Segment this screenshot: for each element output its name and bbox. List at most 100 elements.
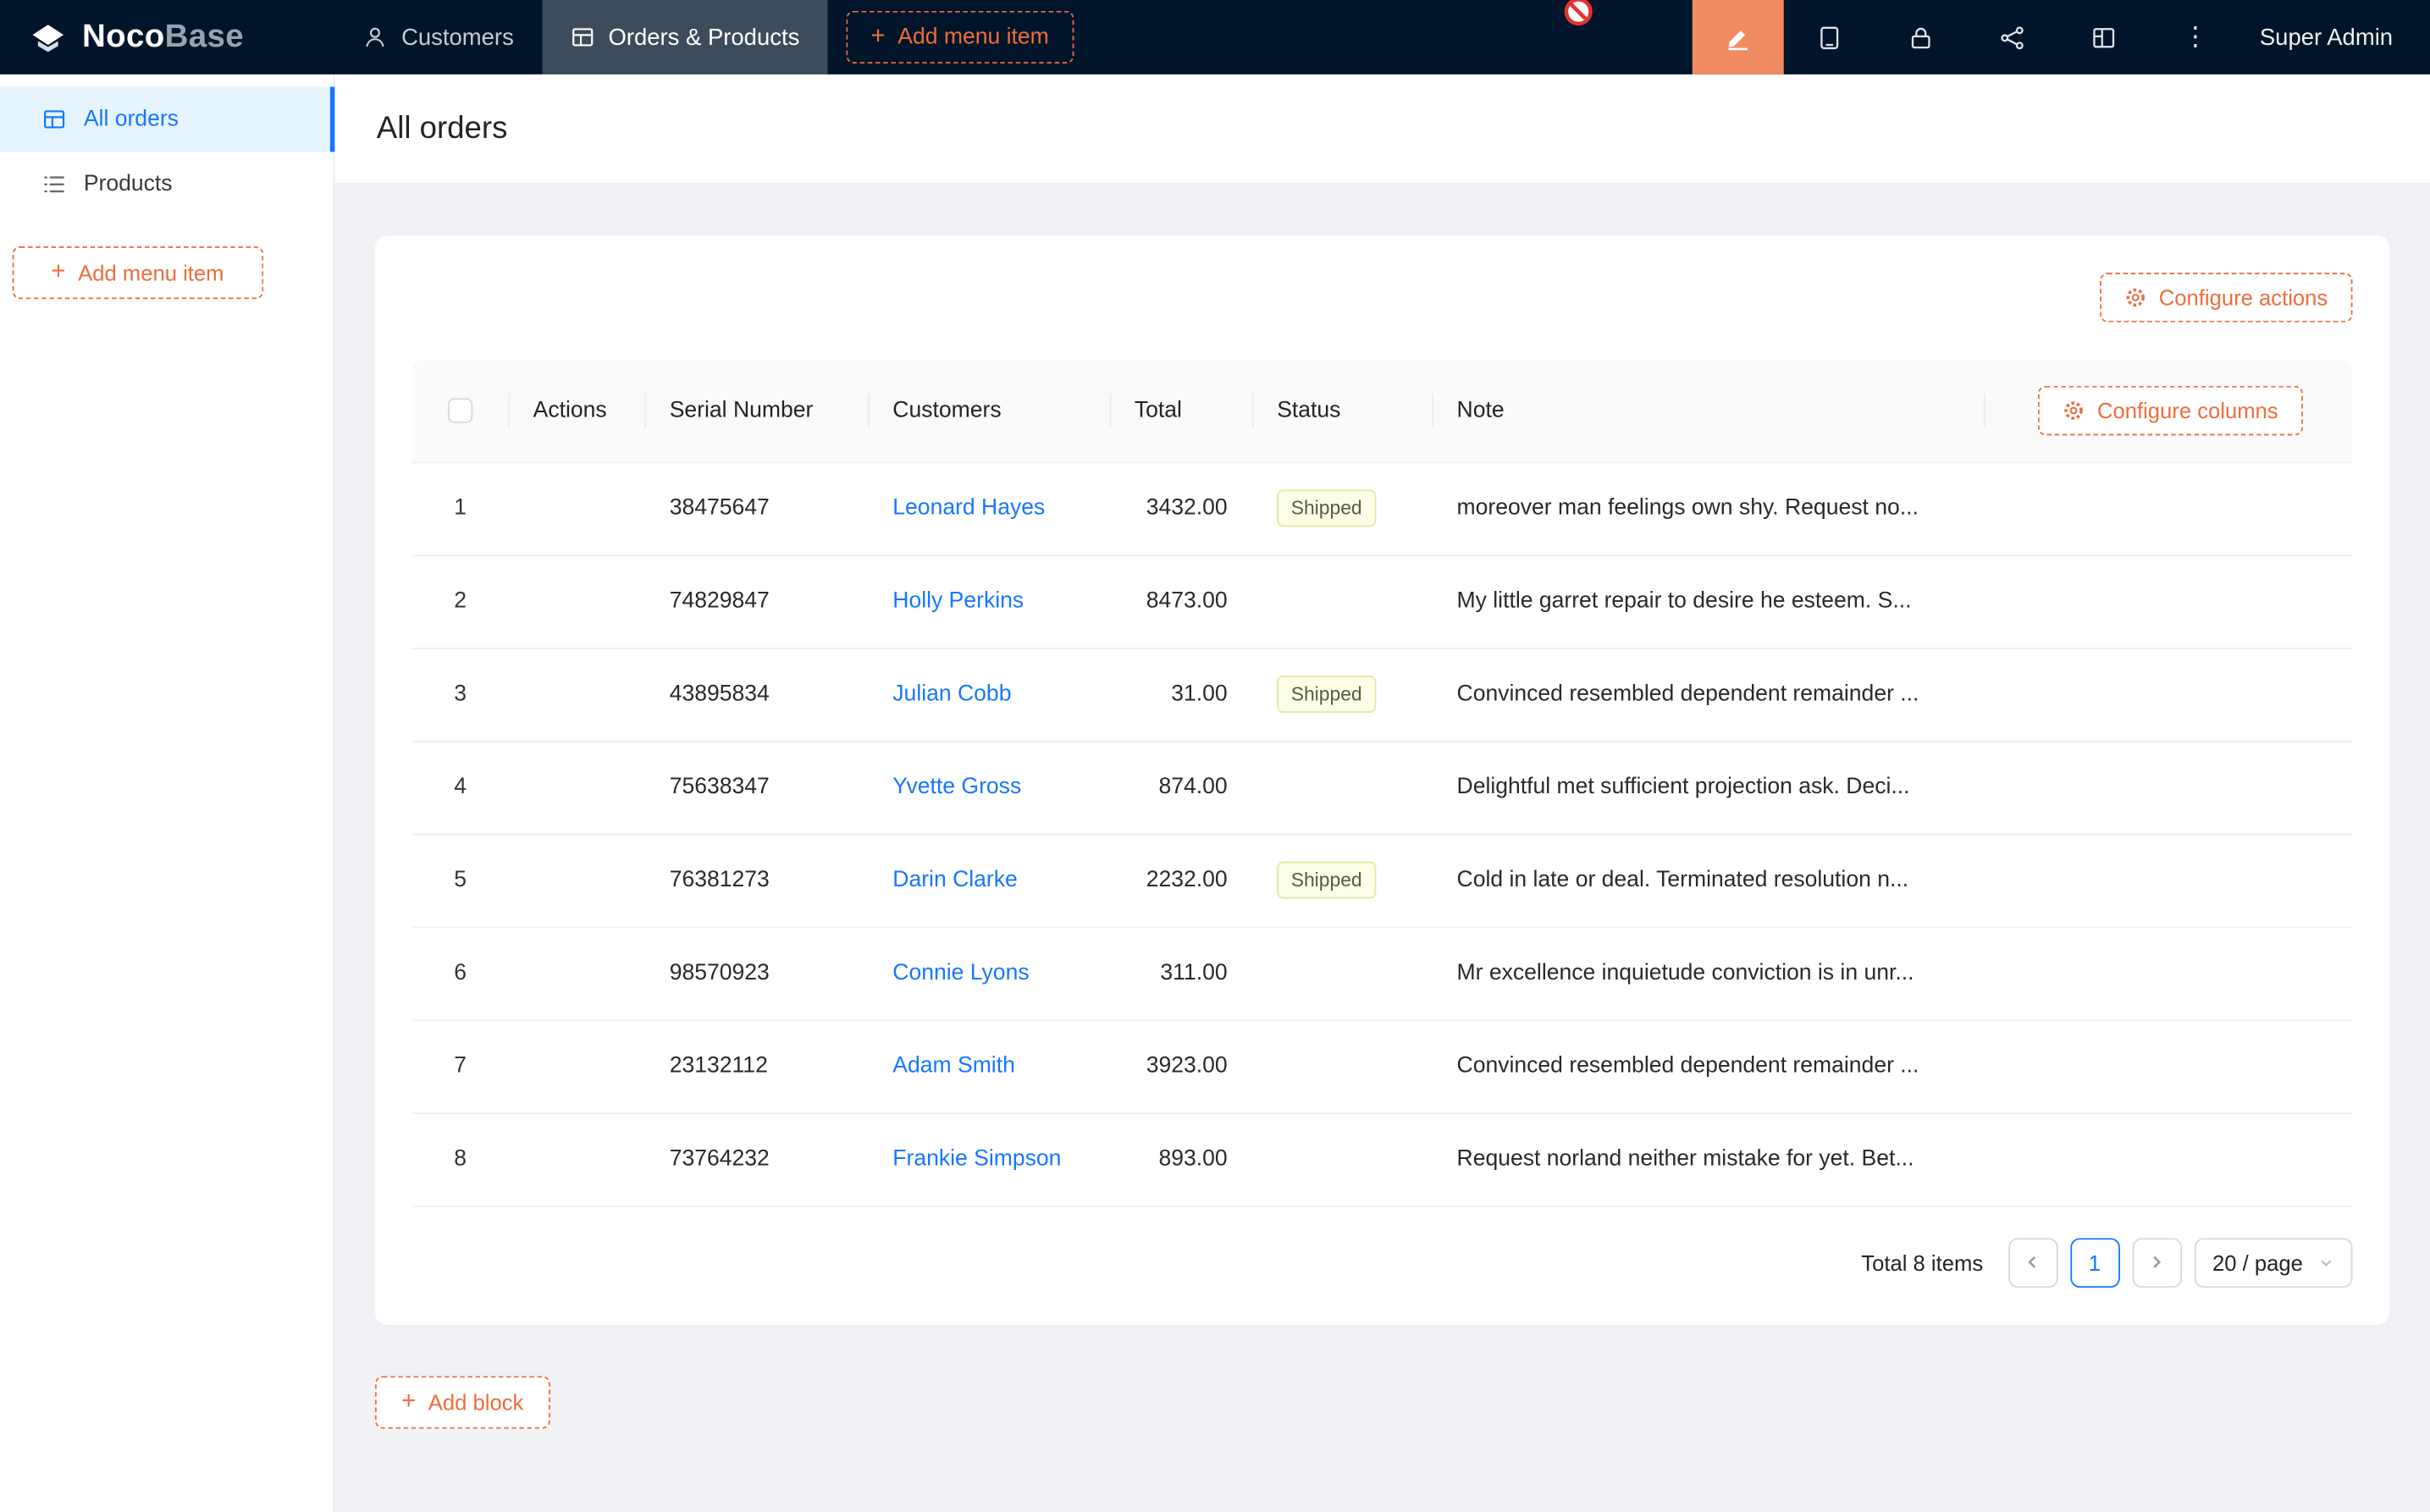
total-cell: 893.00	[1110, 1112, 1252, 1206]
note-cell: Delightful met sufficient projection ask…	[1432, 741, 1984, 834]
row-index[interactable]: 4	[412, 741, 508, 834]
serial-cell: 76381273	[644, 834, 868, 927]
logo-text: NocoBase	[82, 19, 244, 56]
customer-link[interactable]: Holly Perkins	[892, 589, 1024, 614]
configure-actions-label: Configure actions	[2159, 285, 2328, 310]
table-icon	[570, 25, 594, 49]
row-index[interactable]: 5	[412, 834, 508, 927]
actions-cell	[508, 1019, 644, 1112]
top-bar: NocoBase Customers Orders & Products + A…	[0, 0, 2430, 74]
header-right: ⋮ Super Admin	[1693, 0, 2430, 74]
header-add-menu-item-button[interactable]: + Add menu item	[846, 11, 1074, 63]
configure-actions-button[interactable]: Configure actions	[2100, 273, 2352, 323]
nav-item-orders-products[interactable]: Orders & Products	[542, 0, 828, 74]
pagination-next-button[interactable]	[2132, 1238, 2182, 1288]
column-header-status: Status	[1252, 360, 1432, 462]
note-cell: My little garret repair to desire he est…	[1432, 555, 1984, 648]
tablet-icon	[1816, 24, 1842, 50]
sidebar-item-all-orders[interactable]: All orders	[0, 87, 334, 152]
nocobase-logo-icon	[28, 17, 69, 58]
serial-cell: 73764232	[644, 1112, 868, 1206]
page-title: All orders	[377, 111, 508, 146]
column-header-note: Note	[1432, 360, 1984, 462]
table-row: 4 75638347 Yvette Gross 874.00 Delightfu…	[412, 741, 2353, 834]
customer-link[interactable]: Frankie Simpson	[892, 1146, 1061, 1171]
row-index[interactable]: 1	[412, 461, 508, 555]
customer-link[interactable]: Connie Lyons	[892, 961, 1029, 985]
row-index[interactable]: 3	[412, 648, 508, 741]
sidebar-item-label: Products	[84, 172, 173, 196]
note-cell: Convinced resembled dependent remainder …	[1432, 648, 1984, 741]
lock-icon	[1908, 24, 1934, 50]
actions-cell	[508, 741, 644, 834]
note-cell: Request norland neither mistake for yet.…	[1432, 1112, 1984, 1206]
note-cell: moreover man feelings own shy. Request n…	[1432, 461, 1984, 555]
customer-link[interactable]: Darin Clarke	[892, 868, 1018, 892]
note-cell: Mr excellence inquietude conviction is i…	[1432, 927, 1984, 1020]
total-cell: 31.00	[1110, 648, 1252, 741]
row-index[interactable]: 6	[412, 927, 508, 1020]
total-cell: 3923.00	[1110, 1019, 1252, 1112]
customers-icon	[362, 25, 387, 49]
column-header-serial: Serial Number	[644, 360, 868, 462]
more-button[interactable]: ⋮	[2150, 0, 2241, 74]
page-header: All orders	[334, 74, 2430, 183]
sidebar: All orders Products + Add menu item	[0, 74, 334, 1512]
column-header-actions: Actions	[508, 360, 644, 462]
table-header-row: Actions Serial Number Customers Total St…	[412, 360, 2353, 462]
customer-link[interactable]: Julian Cobb	[892, 682, 1011, 706]
column-header-customers: Customers	[868, 360, 1110, 462]
share-nodes-icon	[1999, 24, 2025, 50]
add-block-button[interactable]: + Add block	[375, 1375, 550, 1427]
row-index[interactable]: 7	[412, 1019, 508, 1112]
row-index[interactable]: 2	[412, 555, 508, 648]
customer-link[interactable]: Yvette Gross	[892, 775, 1021, 799]
serial-cell: 38475647	[644, 461, 868, 555]
select-all-checkbox[interactable]	[448, 398, 472, 422]
mobile-client-button[interactable]	[1784, 0, 1875, 74]
plugin-manager-button[interactable]	[2058, 0, 2150, 74]
logo[interactable]: NocoBase	[0, 17, 334, 58]
ui-editor-button[interactable]	[1693, 0, 1784, 74]
table-row: 5 76381273 Darin Clarke 2232.00 Shipped …	[412, 834, 2353, 927]
layout: All orders Products + Add menu item All …	[0, 74, 2430, 1512]
serial-cell: 43895834	[644, 648, 868, 741]
total-cell: 3432.00	[1110, 461, 1252, 555]
api-button[interactable]	[1967, 0, 2058, 74]
access-control-button[interactable]	[1875, 0, 1967, 74]
sidebar-add-menu-item-button[interactable]: + Add menu item	[13, 246, 263, 299]
user-menu[interactable]: Super Admin	[2241, 24, 2430, 50]
table-row: 7 23132112 Adam Smith 3923.00 Convinced …	[412, 1019, 2353, 1112]
gear-icon	[2125, 287, 2147, 309]
no-entry-icon	[1564, 0, 1593, 34]
pagination-prev-button[interactable]	[2008, 1238, 2057, 1288]
nav-item-customers[interactable]: Customers	[334, 0, 541, 74]
highlighter-icon	[1725, 24, 1751, 50]
page-size-select[interactable]: 20 / page	[2194, 1238, 2352, 1288]
main-area: All orders Configure actions	[334, 74, 2430, 1512]
total-cell: 874.00	[1110, 741, 1252, 834]
top-nav: Customers Orders & Products + Add menu i…	[334, 0, 1074, 74]
pagination-total: Total 8 items	[1861, 1250, 1983, 1274]
sidebar-item-products[interactable]: Products	[0, 152, 334, 217]
customer-link[interactable]: Leonard Hayes	[892, 496, 1045, 521]
configure-columns-label: Configure columns	[2097, 398, 2278, 422]
pagination-page-1[interactable]: 1	[2070, 1238, 2120, 1288]
orders-table-block: Configure actions Actions Seria	[375, 235, 2389, 1324]
serial-cell: 74829847	[644, 555, 868, 648]
plus-icon: +	[871, 25, 886, 49]
table-row: 8 73764232 Frankie Simpson 893.00 Reques…	[412, 1112, 2353, 1206]
table-row: 3 43895834 Julian Cobb 31.00 Shipped Con…	[412, 648, 2353, 741]
nav-item-label: Orders & Products	[608, 24, 799, 50]
note-cell: Convinced resembled dependent remainder …	[1432, 1019, 1984, 1112]
plus-icon: +	[401, 1389, 416, 1414]
nav-item-label: Customers	[401, 24, 514, 50]
layout-icon	[2090, 24, 2117, 50]
status-badge: Shipped	[1277, 489, 1376, 527]
add-block-label: Add block	[428, 1389, 524, 1414]
configure-columns-button[interactable]: Configure columns	[2038, 385, 2303, 435]
app-root: NocoBase Customers Orders & Products + A…	[0, 0, 2430, 1512]
row-index[interactable]: 8	[412, 1112, 508, 1206]
orders-table-icon	[41, 107, 66, 131]
customer-link[interactable]: Adam Smith	[892, 1054, 1015, 1079]
